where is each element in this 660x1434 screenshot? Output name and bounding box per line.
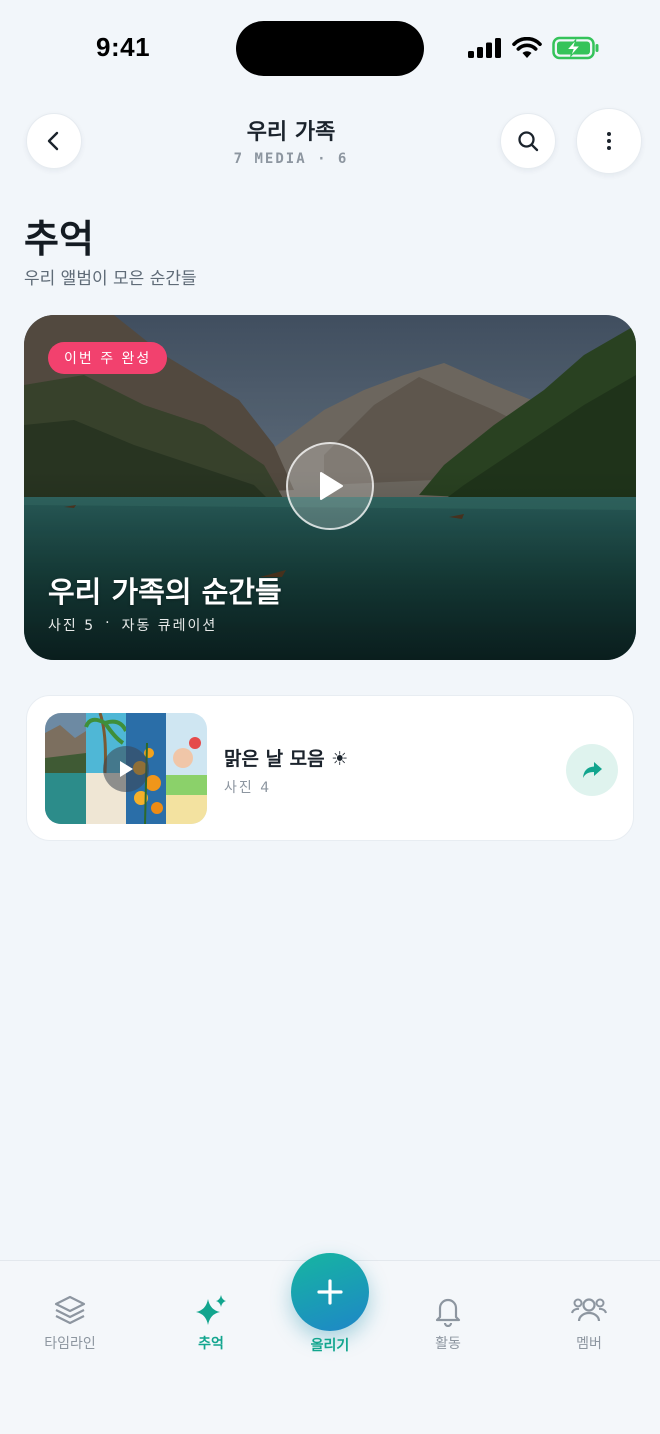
album-play-button[interactable] bbox=[103, 746, 149, 792]
album-card[interactable]: 맑은 날 모음 ☀ 사진 4 bbox=[26, 695, 634, 841]
play-icon bbox=[120, 761, 133, 777]
status-time: 9:41 bbox=[96, 32, 151, 62]
memory-title: 우리 가족의 순간들 bbox=[48, 575, 282, 609]
status-bar: 9:41 bbox=[0, 0, 660, 100]
bell-icon bbox=[435, 1298, 461, 1327]
nav-item-members[interactable]: 멤버 bbox=[539, 1293, 639, 1353]
battery-charging-icon bbox=[552, 36, 599, 60]
cellular-signal-icon bbox=[468, 38, 501, 58]
nav-item-timeline[interactable]: 타임라인 bbox=[20, 1293, 120, 1353]
search-icon bbox=[518, 131, 539, 152]
album-title: 맑은 날 모음 ☀ bbox=[224, 748, 349, 770]
nav-label-memories: 추억 bbox=[198, 1336, 224, 1352]
layers-icon bbox=[54, 1295, 86, 1325]
nav-item-memories[interactable]: 추억 bbox=[161, 1293, 261, 1353]
more-options-button[interactable] bbox=[576, 108, 642, 174]
share-arrow-icon bbox=[583, 762, 602, 778]
play-button[interactable] bbox=[286, 442, 374, 530]
dynamic-island bbox=[236, 21, 424, 76]
nav-label-timeline: 타임라인 bbox=[44, 1336, 96, 1352]
weekly-complete-badge: 이번 주 완성 bbox=[48, 342, 168, 374]
plus-icon bbox=[317, 1279, 343, 1305]
bottom-navigation: 타임라인 추억 올리기 활동 멤버 bbox=[0, 1253, 660, 1434]
featured-memory-card[interactable]: 이번 주 완성 우리 가족의 순간들 사진 5 · 자동 큐레이션 bbox=[24, 315, 636, 660]
nav-label-members: 멤버 bbox=[576, 1336, 602, 1352]
play-icon bbox=[320, 472, 343, 500]
status-icons bbox=[468, 36, 600, 60]
members-icon bbox=[571, 1298, 607, 1322]
memory-meta: 사진 5 · 자동 큐레이션 bbox=[48, 615, 217, 635]
page-title: 추억 bbox=[24, 217, 94, 261]
nav-label-upload: 올리기 bbox=[310, 1338, 350, 1354]
nav-item-activity[interactable]: 활동 bbox=[398, 1293, 498, 1353]
album-photo-count: 사진 4 bbox=[224, 780, 272, 796]
search-button[interactable] bbox=[500, 113, 556, 169]
more-vertical-icon bbox=[607, 132, 611, 150]
album-thumbnail-collage bbox=[45, 713, 207, 824]
share-button[interactable] bbox=[566, 744, 618, 796]
header-title: 우리 가족 bbox=[246, 120, 336, 145]
header-subtitle: 7 MEDIA · 6 bbox=[233, 151, 349, 167]
memory-photo-count: 사진 5 bbox=[48, 618, 96, 634]
meta-separator: · bbox=[105, 615, 112, 631]
wifi-icon bbox=[512, 37, 542, 58]
upload-button[interactable] bbox=[291, 1253, 369, 1331]
nav-label-activity: 활동 bbox=[435, 1336, 461, 1352]
sparkle-icon bbox=[196, 1295, 226, 1325]
memory-curation-type: 자동 큐레이션 bbox=[121, 618, 218, 634]
page-subtitle: 우리 앨범이 모은 순간들 bbox=[24, 269, 197, 289]
